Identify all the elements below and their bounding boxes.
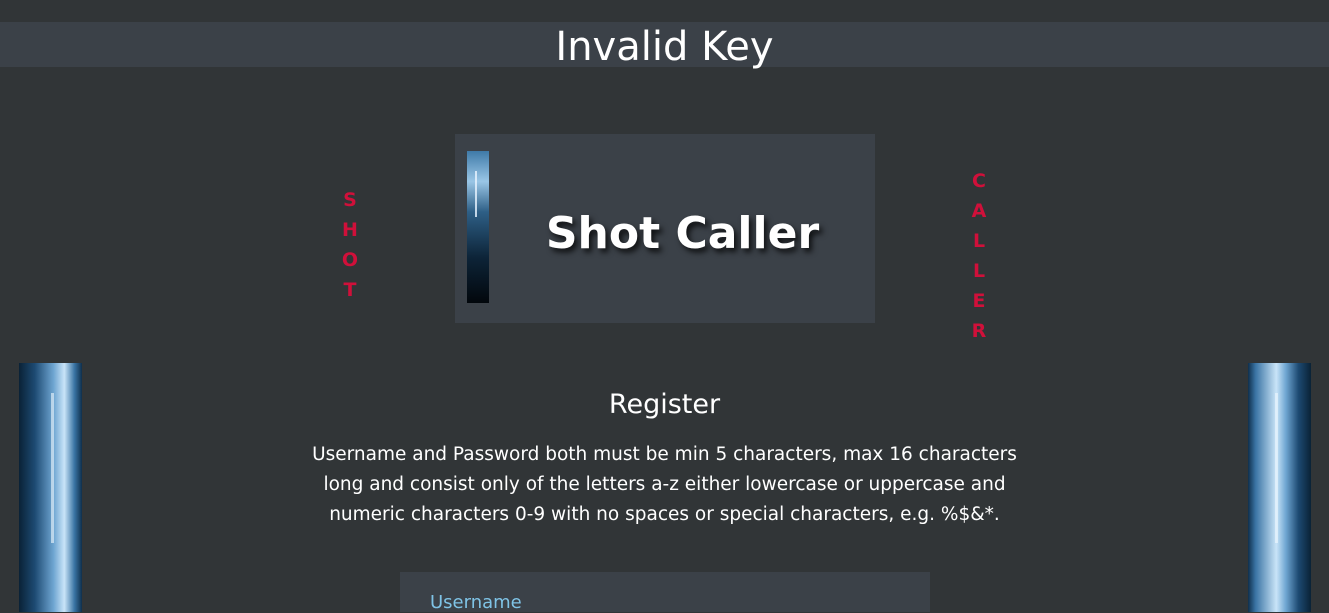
letter: S xyxy=(343,189,357,211)
letter: A xyxy=(971,200,987,222)
letter: E xyxy=(972,290,986,312)
letter: L xyxy=(972,230,986,252)
page-title: Invalid Key xyxy=(555,24,774,70)
logo-card: Shot Caller xyxy=(455,134,875,323)
vertical-word-shot: S H O T xyxy=(340,185,360,305)
letter: H xyxy=(342,219,358,241)
letter: R xyxy=(971,320,987,342)
logo-text: Shot Caller xyxy=(545,208,820,259)
letter: L xyxy=(972,260,986,282)
vertical-word-caller: C A L L E R xyxy=(969,166,989,346)
register-form: Username xyxy=(400,572,930,613)
username-label[interactable]: Username xyxy=(430,592,522,613)
register-heading: Register xyxy=(608,389,721,420)
letter: T xyxy=(343,279,357,301)
letter: C xyxy=(972,170,986,192)
registration-rules: Username and Password both must be min 5… xyxy=(312,444,1017,525)
letter: O xyxy=(341,249,359,271)
